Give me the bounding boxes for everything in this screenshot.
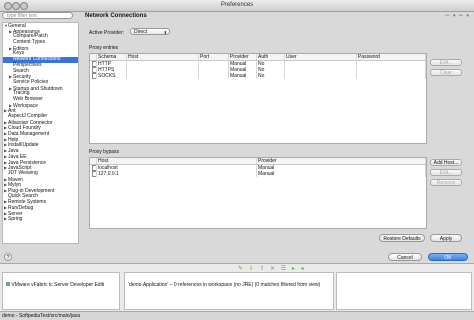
sidebar-item-label: Quick Search bbox=[8, 192, 39, 199]
table-cell: SOCKS bbox=[97, 73, 127, 79]
row-checkbox-cell bbox=[90, 171, 97, 177]
outline-view bbox=[336, 272, 472, 310]
servers-view: VMware vFabric tc Server Developer Editi bbox=[2, 272, 120, 310]
table-cell bbox=[285, 73, 357, 79]
checkbox-column-header bbox=[90, 54, 97, 60]
row-checkbox-cell bbox=[90, 73, 97, 79]
proxy-bypass-table[interactable]: Host Provider localhost Manual 127.0.0.1 Man… bbox=[89, 157, 427, 229]
table-cell bbox=[199, 73, 229, 79]
column-header[interactable]: Auth bbox=[257, 54, 285, 60]
ok-button[interactable]: OK bbox=[428, 253, 468, 261]
help-icon[interactable]: ? bbox=[4, 253, 12, 261]
active-provider-select[interactable]: Direct ⬍ bbox=[130, 28, 170, 35]
apply-button[interactable]: Apply bbox=[430, 234, 462, 242]
table-cell bbox=[127, 73, 199, 79]
cancel-button[interactable]: Cancel bbox=[388, 253, 422, 261]
column-header[interactable]: Provider bbox=[229, 54, 257, 60]
table-cell: 127.0.0.1 bbox=[97, 171, 257, 177]
remove-host-button[interactable]: Remove bbox=[430, 179, 462, 186]
restore-defaults-button[interactable]: Restore Defaults bbox=[379, 234, 425, 242]
sidebar-item-label: Service Policies bbox=[13, 78, 49, 85]
table-cell bbox=[357, 73, 426, 79]
sidebar-item[interactable]: ▶Spring bbox=[3, 216, 78, 222]
search-results-view: 'demo.Application' – 0 references in wor… bbox=[124, 272, 334, 310]
dialog-footer: ? Cancel OK bbox=[0, 252, 474, 262]
sidebar-item-label: Search bbox=[13, 67, 29, 74]
eclipse-workspace: ✎ ⇩ ⇧ ✕ ☰ ▸ ◂ VMware vFabric tc Server D… bbox=[0, 263, 474, 312]
window-titlebar: Preferences bbox=[0, 0, 474, 12]
sidebar-item-label: JDT Weaving bbox=[8, 169, 38, 176]
table-cell: Manual bbox=[257, 171, 426, 177]
network-connections-page: Network Connections ⇦ ▾ ⇨ ▾ Active Provi… bbox=[83, 12, 472, 244]
column-header[interactable]: Host bbox=[97, 158, 257, 164]
column-header[interactable]: Password bbox=[357, 54, 426, 60]
proxy-entries-table[interactable]: Schema Host Port Provider Auth User Password H… bbox=[89, 53, 427, 144]
table-row[interactable]: 127.0.0.1 Manual bbox=[90, 171, 426, 177]
edit-entry-button[interactable]: Edit... bbox=[430, 59, 462, 66]
sidebar-item-label: Content Types bbox=[13, 39, 46, 46]
window-title: Preferences bbox=[220, 2, 254, 8]
page-title: Network Connections bbox=[85, 13, 147, 19]
status-bar: demo - SoftpediaTest/src/main/java bbox=[0, 311, 474, 319]
server-entry[interactable]: VMware vFabric tc Server Developer Editi bbox=[6, 282, 104, 288]
chevron-updown-icon: ⬍ bbox=[163, 30, 167, 35]
filter-input[interactable]: type filter text bbox=[2, 12, 73, 19]
column-header[interactable]: Provider bbox=[257, 158, 426, 164]
sidebar-item-label: Spring bbox=[8, 216, 23, 223]
column-header[interactable]: Host bbox=[127, 54, 199, 60]
preferences-sidebar: type filter text ▼General ▶Appearance Comp… bbox=[2, 12, 79, 244]
server-icon bbox=[6, 282, 10, 286]
checkbox-column-header bbox=[90, 158, 97, 164]
table-cell: No bbox=[257, 73, 285, 79]
clear-entry-button[interactable]: Clear bbox=[430, 69, 462, 76]
column-header[interactable]: Schema bbox=[97, 54, 127, 60]
active-provider-value: Direct bbox=[134, 29, 148, 35]
search-view-toolbar-icons[interactable]: ✎ ⇩ ⇧ ✕ ☰ ▸ ◂ bbox=[238, 265, 306, 272]
active-provider-label: Active Provider: bbox=[89, 30, 125, 36]
preferences-tree[interactable]: ▼General ▶Appearance Compare/Patch Content … bbox=[2, 22, 79, 244]
proxy-bypass-label: Proxy bypass bbox=[89, 149, 120, 155]
proxy-entries-label: Proxy entries bbox=[89, 45, 119, 51]
add-host-button[interactable]: Add Host... bbox=[430, 159, 462, 166]
column-header[interactable]: Port bbox=[199, 54, 229, 60]
column-header[interactable]: User bbox=[285, 54, 357, 60]
search-result-summary: 'demo.Application' – 0 references in wor… bbox=[128, 282, 321, 288]
edit-host-button[interactable]: Edit... bbox=[430, 169, 462, 176]
table-row[interactable]: SOCKS Manual No bbox=[90, 73, 426, 79]
table-cell: Manual bbox=[229, 73, 257, 79]
sidebar-item-label: AspectJ Compiler bbox=[8, 113, 48, 119]
history-nav-icons[interactable]: ⇦ ▾ ⇨ ▾ bbox=[445, 13, 470, 19]
sidebar-item-label: Web Browser bbox=[13, 95, 43, 102]
